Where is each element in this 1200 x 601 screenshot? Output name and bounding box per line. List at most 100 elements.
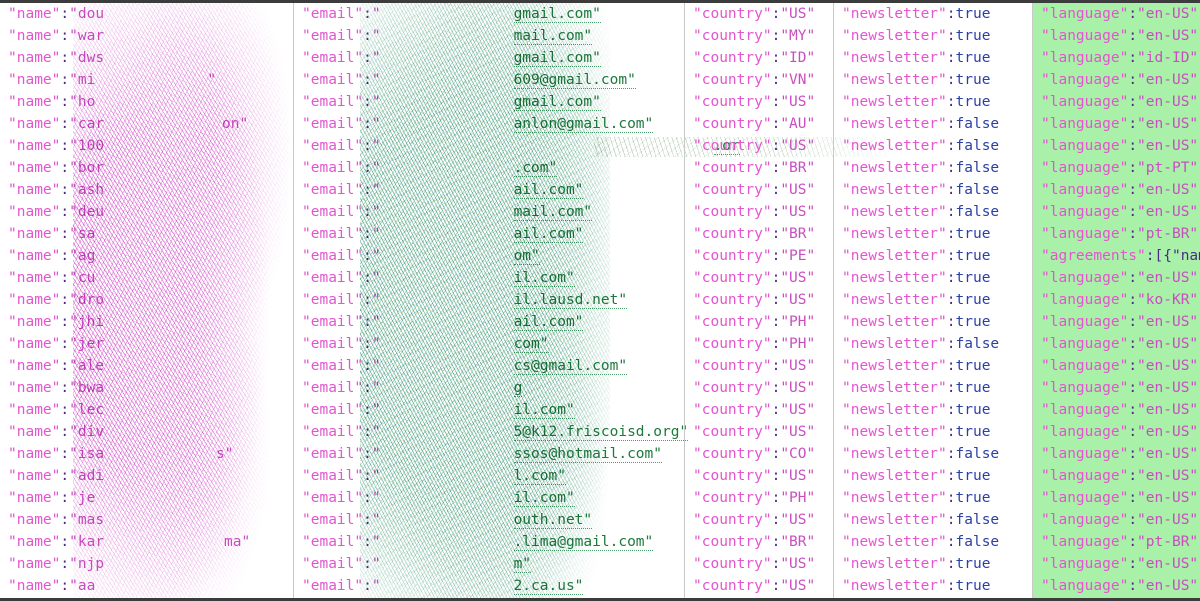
record-email-cell[interactable]: "email":" 5@k12.friscoisd.org" xyxy=(294,421,689,443)
record-email-cell[interactable]: "email":" cs@gmail.com" xyxy=(294,355,684,377)
record-country-cell[interactable]: "country":"PH" xyxy=(685,311,833,333)
record-name-cell[interactable]: "name":"car on" xyxy=(0,113,293,135)
record-language-cell[interactable]: "language":"en-US" xyxy=(1033,69,1200,91)
record-name-cell[interactable]: "name":"sa xyxy=(0,223,293,245)
record-name-cell[interactable]: "name":"mi " xyxy=(0,69,293,91)
record-name-cell[interactable]: "name":"dro xyxy=(0,289,293,311)
record-newsletter-cell[interactable]: "newsletter":true xyxy=(834,69,1032,91)
record-language-cell[interactable]: "language":"en-US" xyxy=(1033,421,1200,443)
record-name-cell[interactable]: "name":"kar ma" xyxy=(0,531,293,553)
record-language-cell[interactable]: "language":"en-US" xyxy=(1033,113,1200,135)
record-email-cell[interactable]: "email":" gmail.com" xyxy=(294,3,684,25)
record-email-cell[interactable]: "email":" 2.ca.us" xyxy=(294,575,684,597)
record-email-cell[interactable]: "email":" .com" xyxy=(294,157,684,179)
record-country-cell[interactable]: "country":"PH" xyxy=(685,333,833,355)
record-email-cell[interactable]: "email":" om" xyxy=(294,245,684,267)
column-language[interactable]: "language":"en-US" "language":"en-US" "lan… xyxy=(1032,3,1200,598)
record-name-cell[interactable]: "name":"deu xyxy=(0,201,293,223)
record-language-cell[interactable]: "agreements":[{"nam xyxy=(1033,245,1200,267)
column-email[interactable]: "email":" gmail.com" "email":" mail.com" "em… xyxy=(293,3,904,598)
record-newsletter-cell[interactable]: "newsletter":false xyxy=(834,333,1032,355)
record-newsletter-cell[interactable]: "newsletter":false xyxy=(834,179,1032,201)
record-email-cell[interactable]: "email":" ail.com" xyxy=(294,223,684,245)
record-language-cell[interactable]: "language":"en-US" xyxy=(1033,3,1200,25)
record-newsletter-cell[interactable]: "newsletter":false xyxy=(834,443,1032,465)
record-name-cell[interactable]: "name":"isa s" xyxy=(0,443,293,465)
record-name-cell[interactable]: "name":"cu xyxy=(0,267,293,289)
record-email-cell[interactable]: "email":" g xyxy=(294,377,684,399)
record-name-cell[interactable]: "name":"war xyxy=(0,25,293,47)
record-newsletter-cell[interactable]: "newsletter":false xyxy=(834,157,1032,179)
column-name[interactable]: "name":"dou "name":"war "name":"dws "name":… xyxy=(0,3,298,598)
record-name-cell[interactable]: "name":"100 xyxy=(0,135,293,157)
record-newsletter-cell[interactable]: "newsletter":true xyxy=(834,289,1032,311)
record-email-cell[interactable]: "email":" il.com" xyxy=(294,267,684,289)
record-name-cell[interactable]: "name":"ash xyxy=(0,179,293,201)
record-email-cell[interactable]: "email":" m" xyxy=(294,553,684,575)
record-country-cell[interactable]: "country":"US" xyxy=(685,201,833,223)
record-newsletter-cell[interactable]: "newsletter":true xyxy=(834,465,1032,487)
record-email-cell[interactable]: "email":" mail.com" xyxy=(294,25,684,47)
record-country-cell[interactable]: "country":"US" xyxy=(685,3,833,25)
record-email-cell[interactable]: "email":" anlon@gmail.com" xyxy=(294,113,684,135)
record-language-cell[interactable]: "language":"en-US" xyxy=(1033,553,1200,575)
record-newsletter-cell[interactable]: "newsletter":false xyxy=(834,509,1032,531)
record-country-cell[interactable]: "country":"PH" xyxy=(685,487,833,509)
record-name-cell[interactable]: "name":"adi xyxy=(0,465,293,487)
record-country-cell[interactable]: "country":"US" xyxy=(685,421,833,443)
record-email-cell[interactable]: "email":" ail.com" xyxy=(294,179,684,201)
record-language-cell[interactable]: "language":"en-US" xyxy=(1033,509,1200,531)
record-language-cell[interactable]: "language":"pt-BR" xyxy=(1033,223,1200,245)
record-country-cell[interactable]: "country":"BR" xyxy=(685,223,833,245)
record-name-cell[interactable]: "name":"dws xyxy=(0,47,293,69)
record-country-cell[interactable]: "country":"US" xyxy=(685,179,833,201)
record-country-cell[interactable]: "country":"US" xyxy=(685,377,833,399)
record-language-cell[interactable]: "language":"ko-KR" xyxy=(1033,289,1200,311)
record-name-cell[interactable]: "name":"jhi xyxy=(0,311,293,333)
record-country-cell[interactable]: "country":"MY" xyxy=(685,25,833,47)
record-country-cell[interactable]: "country":"ID" xyxy=(685,47,833,69)
record-name-cell[interactable]: "name":"div xyxy=(0,421,293,443)
record-name-cell[interactable]: "name":"je xyxy=(0,487,293,509)
record-name-cell[interactable]: "name":"mas xyxy=(0,509,293,531)
record-newsletter-cell[interactable]: "newsletter":true xyxy=(834,355,1032,377)
record-name-cell[interactable]: "name":"dou xyxy=(0,3,293,25)
record-newsletter-cell[interactable]: "newsletter":true xyxy=(834,91,1032,113)
record-country-cell[interactable]: "country":"US" xyxy=(685,355,833,377)
record-name-cell[interactable]: "name":"ag xyxy=(0,245,293,267)
record-newsletter-cell[interactable]: "newsletter":false xyxy=(834,113,1032,135)
record-newsletter-cell[interactable]: "newsletter":true xyxy=(834,421,1032,443)
record-country-cell[interactable]: "country":"US" xyxy=(685,91,833,113)
record-country-cell[interactable]: "country":"PE" xyxy=(685,245,833,267)
record-language-cell[interactable]: "language":"en-US" xyxy=(1033,487,1200,509)
record-country-cell[interactable]: "country":"US" xyxy=(685,399,833,421)
record-email-cell[interactable]: "email":" gmail.com" xyxy=(294,91,684,113)
record-country-cell[interactable]: "country":"BR" xyxy=(685,531,833,553)
record-email-cell[interactable]: "email":" .lima@gmail.com" xyxy=(294,531,684,553)
record-language-cell[interactable]: "language":"en-US" xyxy=(1033,135,1200,157)
record-newsletter-cell[interactable]: "newsletter":false xyxy=(834,135,1032,157)
record-country-cell[interactable]: "country":"US" xyxy=(685,553,833,575)
record-newsletter-cell[interactable]: "newsletter":true xyxy=(834,311,1032,333)
record-newsletter-cell[interactable]: "newsletter":true xyxy=(834,267,1032,289)
record-language-cell[interactable]: "language":"en-US" xyxy=(1033,311,1200,333)
record-email-cell[interactable]: "email":" il.lausd.net" xyxy=(294,289,684,311)
record-email-cell[interactable]: "email":" mail.com" xyxy=(294,201,684,223)
record-email-cell[interactable]: "email":" l.com" xyxy=(294,465,684,487)
record-newsletter-cell[interactable]: "newsletter":false xyxy=(834,531,1032,553)
record-language-cell[interactable]: "language":"en-US" xyxy=(1033,377,1200,399)
record-language-cell[interactable]: "language":"en-US" xyxy=(1033,355,1200,377)
record-name-cell[interactable]: "name":"bor xyxy=(0,157,293,179)
record-country-cell[interactable]: "country":"CO" xyxy=(685,443,833,465)
record-name-cell[interactable]: "name":"ho xyxy=(0,91,293,113)
record-email-cell[interactable]: "email":" gmail.com" xyxy=(294,47,684,69)
record-name-cell[interactable]: "name":"jer xyxy=(0,333,293,355)
record-newsletter-cell[interactable]: "newsletter":true xyxy=(834,47,1032,69)
record-language-cell[interactable]: "language":"pt-PT" xyxy=(1033,157,1200,179)
record-newsletter-cell[interactable]: "newsletter":true xyxy=(834,245,1032,267)
json-records-viewport[interactable]: "name":"dou "name":"war "name":"dws "name":… xyxy=(0,0,1200,601)
record-email-cell[interactable]: "email":" 609@gmail.com" xyxy=(294,69,684,91)
record-newsletter-cell[interactable]: "newsletter":true xyxy=(834,553,1032,575)
record-country-cell[interactable]: "country":"US" xyxy=(685,289,833,311)
record-newsletter-cell[interactable]: "newsletter":true xyxy=(834,25,1032,47)
